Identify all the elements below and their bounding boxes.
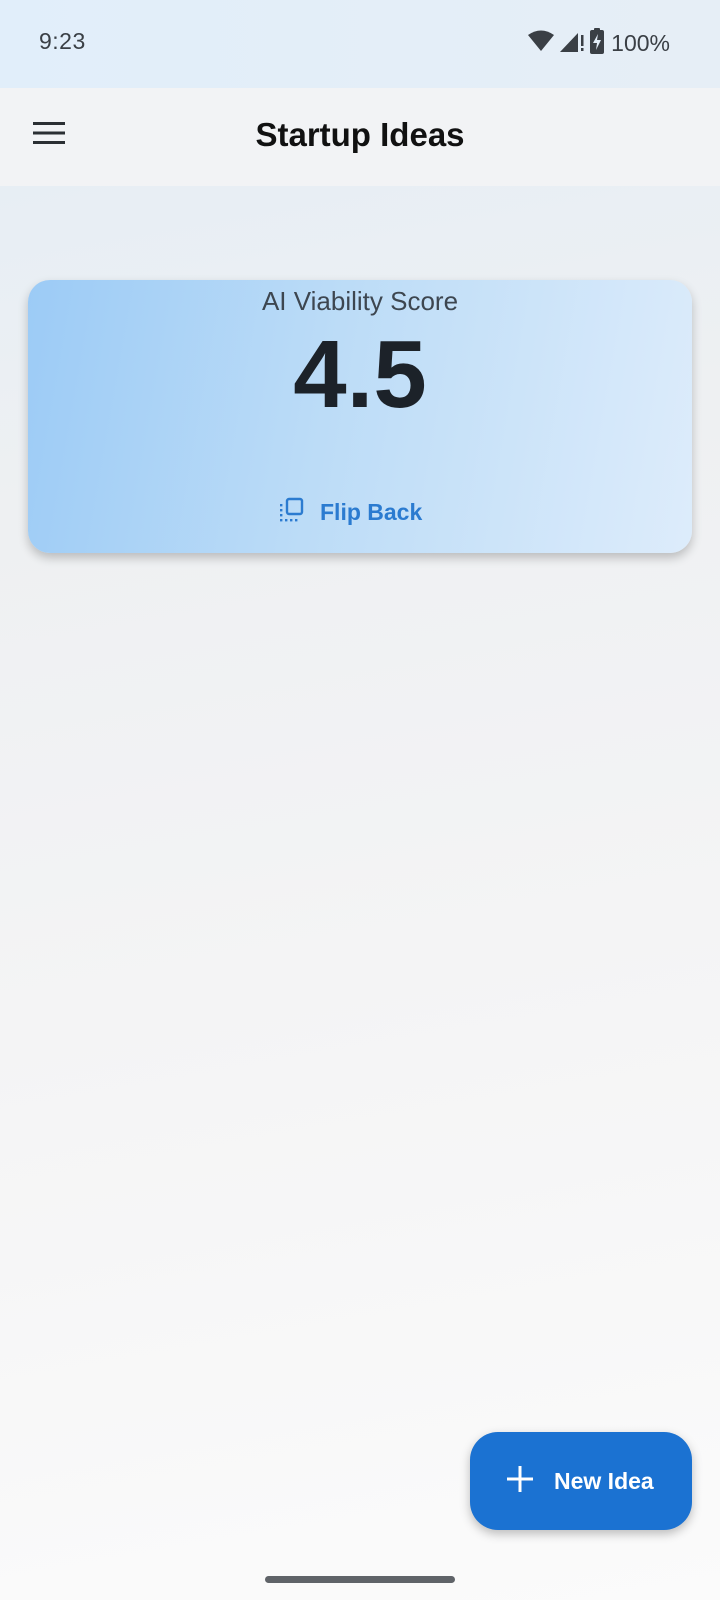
home-indicator[interactable] [265,1576,455,1583]
add-icon [506,1465,534,1498]
battery-percentage: 100% [611,29,670,56]
status-icons: 100% [527,27,670,59]
status-time: 9:23 [39,28,86,54]
wifi-icon [527,30,555,57]
score-label: AI Viability Score [261,286,459,316]
status-bar: 9:23 100% [0,0,720,88]
new-idea-label: New Idea [554,1467,654,1494]
score-card[interactable]: AI Viability Score 4.5 Flip Back [28,280,692,553]
battery-charging-icon [589,27,605,59]
app-bar: Startup Ideas [0,88,720,186]
new-idea-button[interactable]: New Idea [470,1432,692,1530]
signal-icon [559,29,585,58]
flip-back-label: Flip Back [320,498,423,525]
flip-icon [278,497,304,528]
page-title: Startup Ideas [255,116,465,153]
score-value: 4.5 [293,321,427,428]
flip-back-button[interactable]: Flip Back [278,494,422,530]
